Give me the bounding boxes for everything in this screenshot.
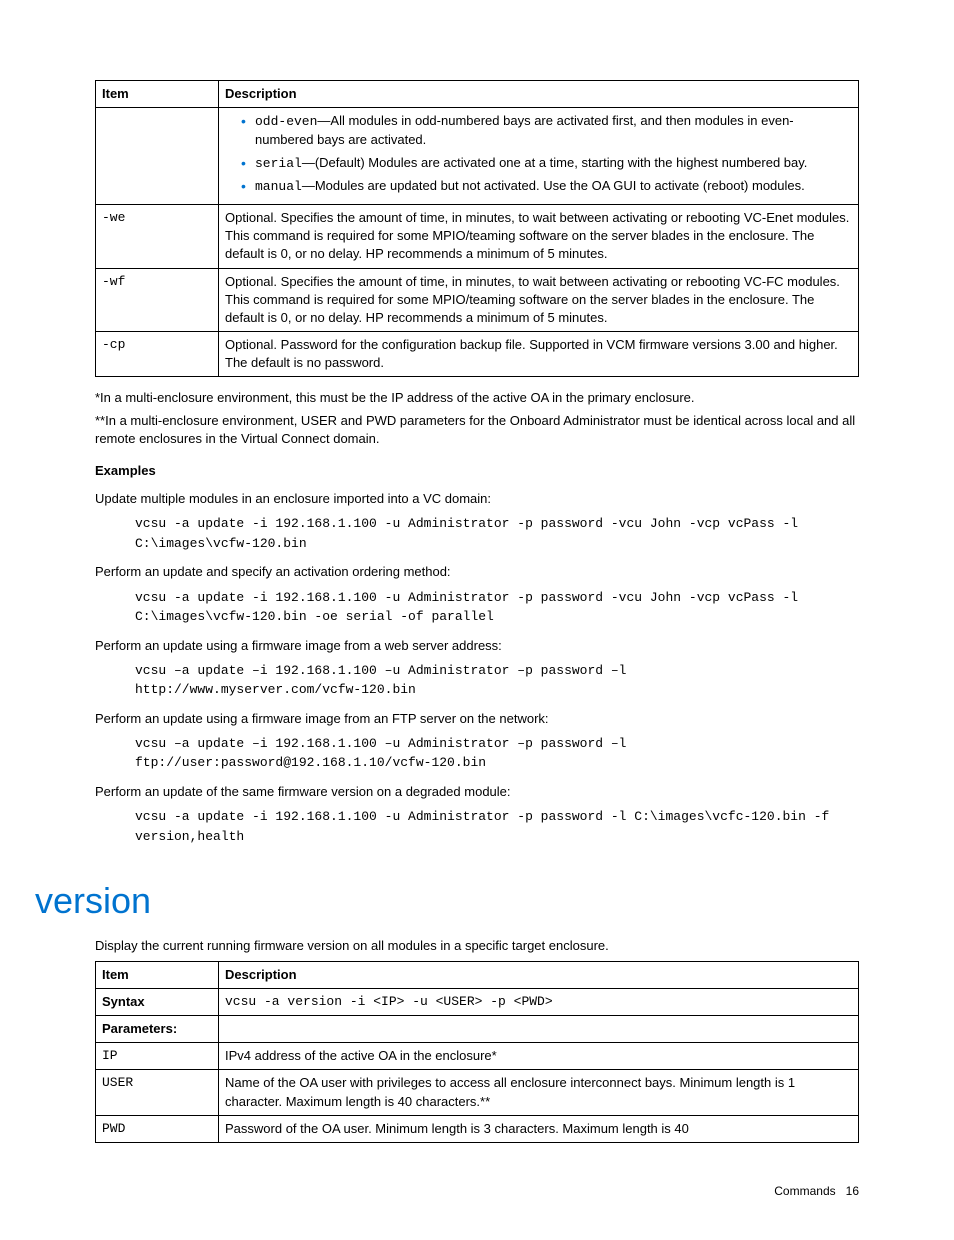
th-item: Item: [96, 961, 219, 988]
code: odd-even: [255, 114, 317, 129]
cell-item: Parameters:: [96, 1016, 219, 1043]
example-code: vcsu -a update -i 192.168.1.100 -u Admin…: [135, 514, 859, 553]
text: —Modules are updated but not activated. …: [302, 178, 805, 193]
section-heading-version: version: [35, 876, 859, 926]
example-intro: Perform an update using a firmware image…: [95, 637, 859, 655]
table-row: -we Optional. Specifies the amount of ti…: [96, 204, 859, 268]
example-code: vcsu -a update -i 192.168.1.100 -u Admin…: [135, 588, 859, 627]
cell-desc: Optional. Specifies the amount of time, …: [219, 204, 859, 268]
list-item: odd-even—All modules in odd-numbered bay…: [241, 112, 852, 149]
list-item: manual—Modules are updated but not activ…: [241, 177, 852, 196]
cell-desc: [219, 1016, 859, 1043]
table-row: -wf Optional. Specifies the amount of ti…: [96, 268, 859, 332]
cell-item: PWD: [96, 1115, 219, 1142]
table-row: PWD Password of the OA user. Minimum len…: [96, 1115, 859, 1142]
text: —All modules in odd-numbered bays are ac…: [255, 113, 794, 147]
example-code: vcsu –a update –i 192.168.1.100 –u Admin…: [135, 734, 859, 773]
version-intro: Display the current running firmware ver…: [95, 937, 859, 955]
table-row: Syntax vcsu -a version -i <IP> -u <USER>…: [96, 988, 859, 1015]
th-item: Item: [96, 81, 219, 108]
text: —(Default) Modules are activated one at …: [302, 155, 808, 170]
th-desc: Description: [219, 81, 859, 108]
example-intro: Perform an update and specify an activat…: [95, 563, 859, 581]
footer-label: Commands: [774, 1184, 835, 1198]
examples-heading: Examples: [95, 462, 859, 480]
cell-item: USER: [96, 1070, 219, 1115]
code: serial: [255, 156, 302, 171]
table-row: Parameters:: [96, 1016, 859, 1043]
cell-desc: Optional. Password for the configuration…: [219, 332, 859, 377]
code: manual: [255, 179, 302, 194]
example-intro: Update multiple modules in an enclosure …: [95, 490, 859, 508]
table-row: -cp Optional. Password for the configura…: [96, 332, 859, 377]
cell-item: IP: [96, 1043, 219, 1070]
cell-desc: IPv4 address of the active OA in the enc…: [219, 1043, 859, 1070]
table-row: USER Name of the OA user with privileges…: [96, 1070, 859, 1115]
table-row: odd-even—All modules in odd-numbered bay…: [96, 108, 859, 205]
list-item: serial—(Default) Modules are activated o…: [241, 154, 852, 173]
footnote-1: *In a multi-enclosure environment, this …: [95, 389, 859, 407]
cell-desc: vcsu -a version -i <IP> -u <USER> -p <PW…: [219, 988, 859, 1015]
cell-item: [96, 108, 219, 205]
cell-item: Syntax: [96, 988, 219, 1015]
th-desc: Description: [219, 961, 859, 988]
example-code: vcsu -a update -i 192.168.1.100 -u Admin…: [135, 807, 859, 846]
cell-item: -wf: [96, 268, 219, 332]
cell-item: -we: [96, 204, 219, 268]
example-intro: Perform an update of the same firmware v…: [95, 783, 859, 801]
cell-desc: odd-even—All modules in odd-numbered bay…: [219, 108, 859, 205]
version-table: Item Description Syntax vcsu -a version …: [95, 961, 859, 1143]
example-code: vcsu –a update –i 192.168.1.100 –u Admin…: [135, 661, 859, 700]
options-table: Item Description odd-even—All modules in…: [95, 80, 859, 377]
cell-desc: Name of the OA user with privileges to a…: [219, 1070, 859, 1115]
page-footer: Commands 16: [95, 1183, 859, 1200]
footnote-2: **In a multi-enclosure environment, USER…: [95, 412, 859, 448]
example-intro: Perform an update using a firmware image…: [95, 710, 859, 728]
footer-page: 16: [846, 1184, 859, 1198]
cell-item: -cp: [96, 332, 219, 377]
cell-desc: Password of the OA user. Minimum length …: [219, 1115, 859, 1142]
table-row: IP IPv4 address of the active OA in the …: [96, 1043, 859, 1070]
cell-desc: Optional. Specifies the amount of time, …: [219, 268, 859, 332]
